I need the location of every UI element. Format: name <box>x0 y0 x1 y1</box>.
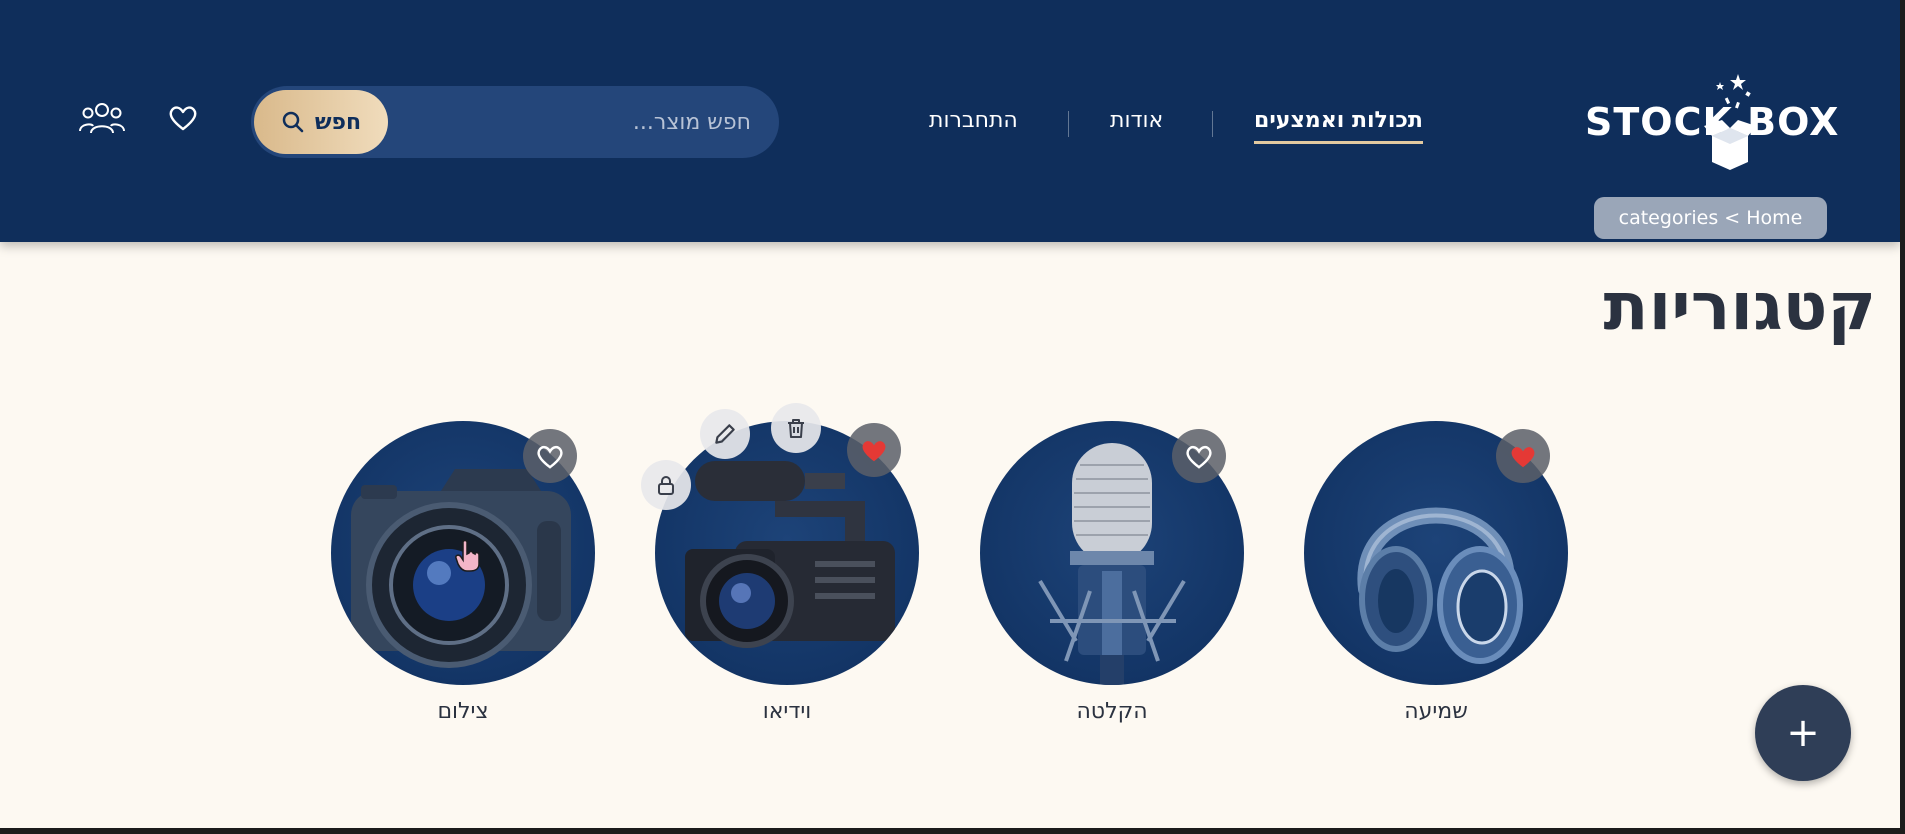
category-card-video[interactable]: וידיאו <box>655 421 919 724</box>
search-bar: חפש <box>251 86 779 158</box>
nav-divider <box>1212 111 1213 137</box>
trash-icon <box>788 419 804 438</box>
lock-icon <box>658 476 674 495</box>
breadcrumb[interactable]: categories < Home <box>1594 197 1827 239</box>
page: STOCK BOX תכולות ואמצעים אודות התחברות ח… <box>0 0 1900 828</box>
search-button[interactable]: חפש <box>254 90 388 154</box>
users-icon[interactable] <box>78 100 126 136</box>
pencil-icon <box>715 424 735 444</box>
search-button-label: חפש <box>314 109 362 135</box>
header: STOCK BOX תכולות ואמצעים אודות התחברות ח… <box>0 0 1900 242</box>
nav-item-categories[interactable]: תכולות ואמצעים <box>1254 108 1423 144</box>
heart-outline-icon <box>1186 445 1212 469</box>
lock-button[interactable] <box>641 460 691 510</box>
favorite-button[interactable] <box>1172 429 1226 483</box>
category-label: צילום <box>437 699 489 724</box>
heart-outline-icon <box>537 445 563 469</box>
edit-button[interactable] <box>700 409 750 459</box>
search-icon <box>282 111 304 133</box>
heart-filled-icon <box>1511 447 1535 468</box>
category-card-recording[interactable]: הקלטה <box>980 421 1244 724</box>
logo-box-icon <box>1704 74 1756 170</box>
add-category-button[interactable]: + <box>1755 685 1851 781</box>
category-label: שמיעה <box>1404 699 1468 724</box>
delete-button[interactable] <box>771 403 821 453</box>
heart-filled-icon <box>862 441 886 462</box>
category-card-hearing[interactable]: שמיעה <box>1304 421 1568 724</box>
nav-item-about[interactable]: אודות <box>1110 108 1163 138</box>
logo[interactable]: STOCK BOX <box>1585 66 1838 176</box>
favorite-button[interactable] <box>847 423 901 477</box>
nav-item-login[interactable]: התחברות <box>929 108 1018 138</box>
favorite-button[interactable] <box>1496 429 1550 483</box>
favorite-button[interactable] <box>523 429 577 483</box>
nav-divider <box>1068 111 1069 137</box>
search-input[interactable] <box>451 102 751 142</box>
hand-cursor-icon <box>455 540 480 572</box>
heart-icon[interactable] <box>167 102 199 134</box>
category-label: הקלטה <box>1076 699 1148 724</box>
category-label: וידיאו <box>762 699 812 724</box>
page-title: קטגוריות <box>1603 268 1876 345</box>
